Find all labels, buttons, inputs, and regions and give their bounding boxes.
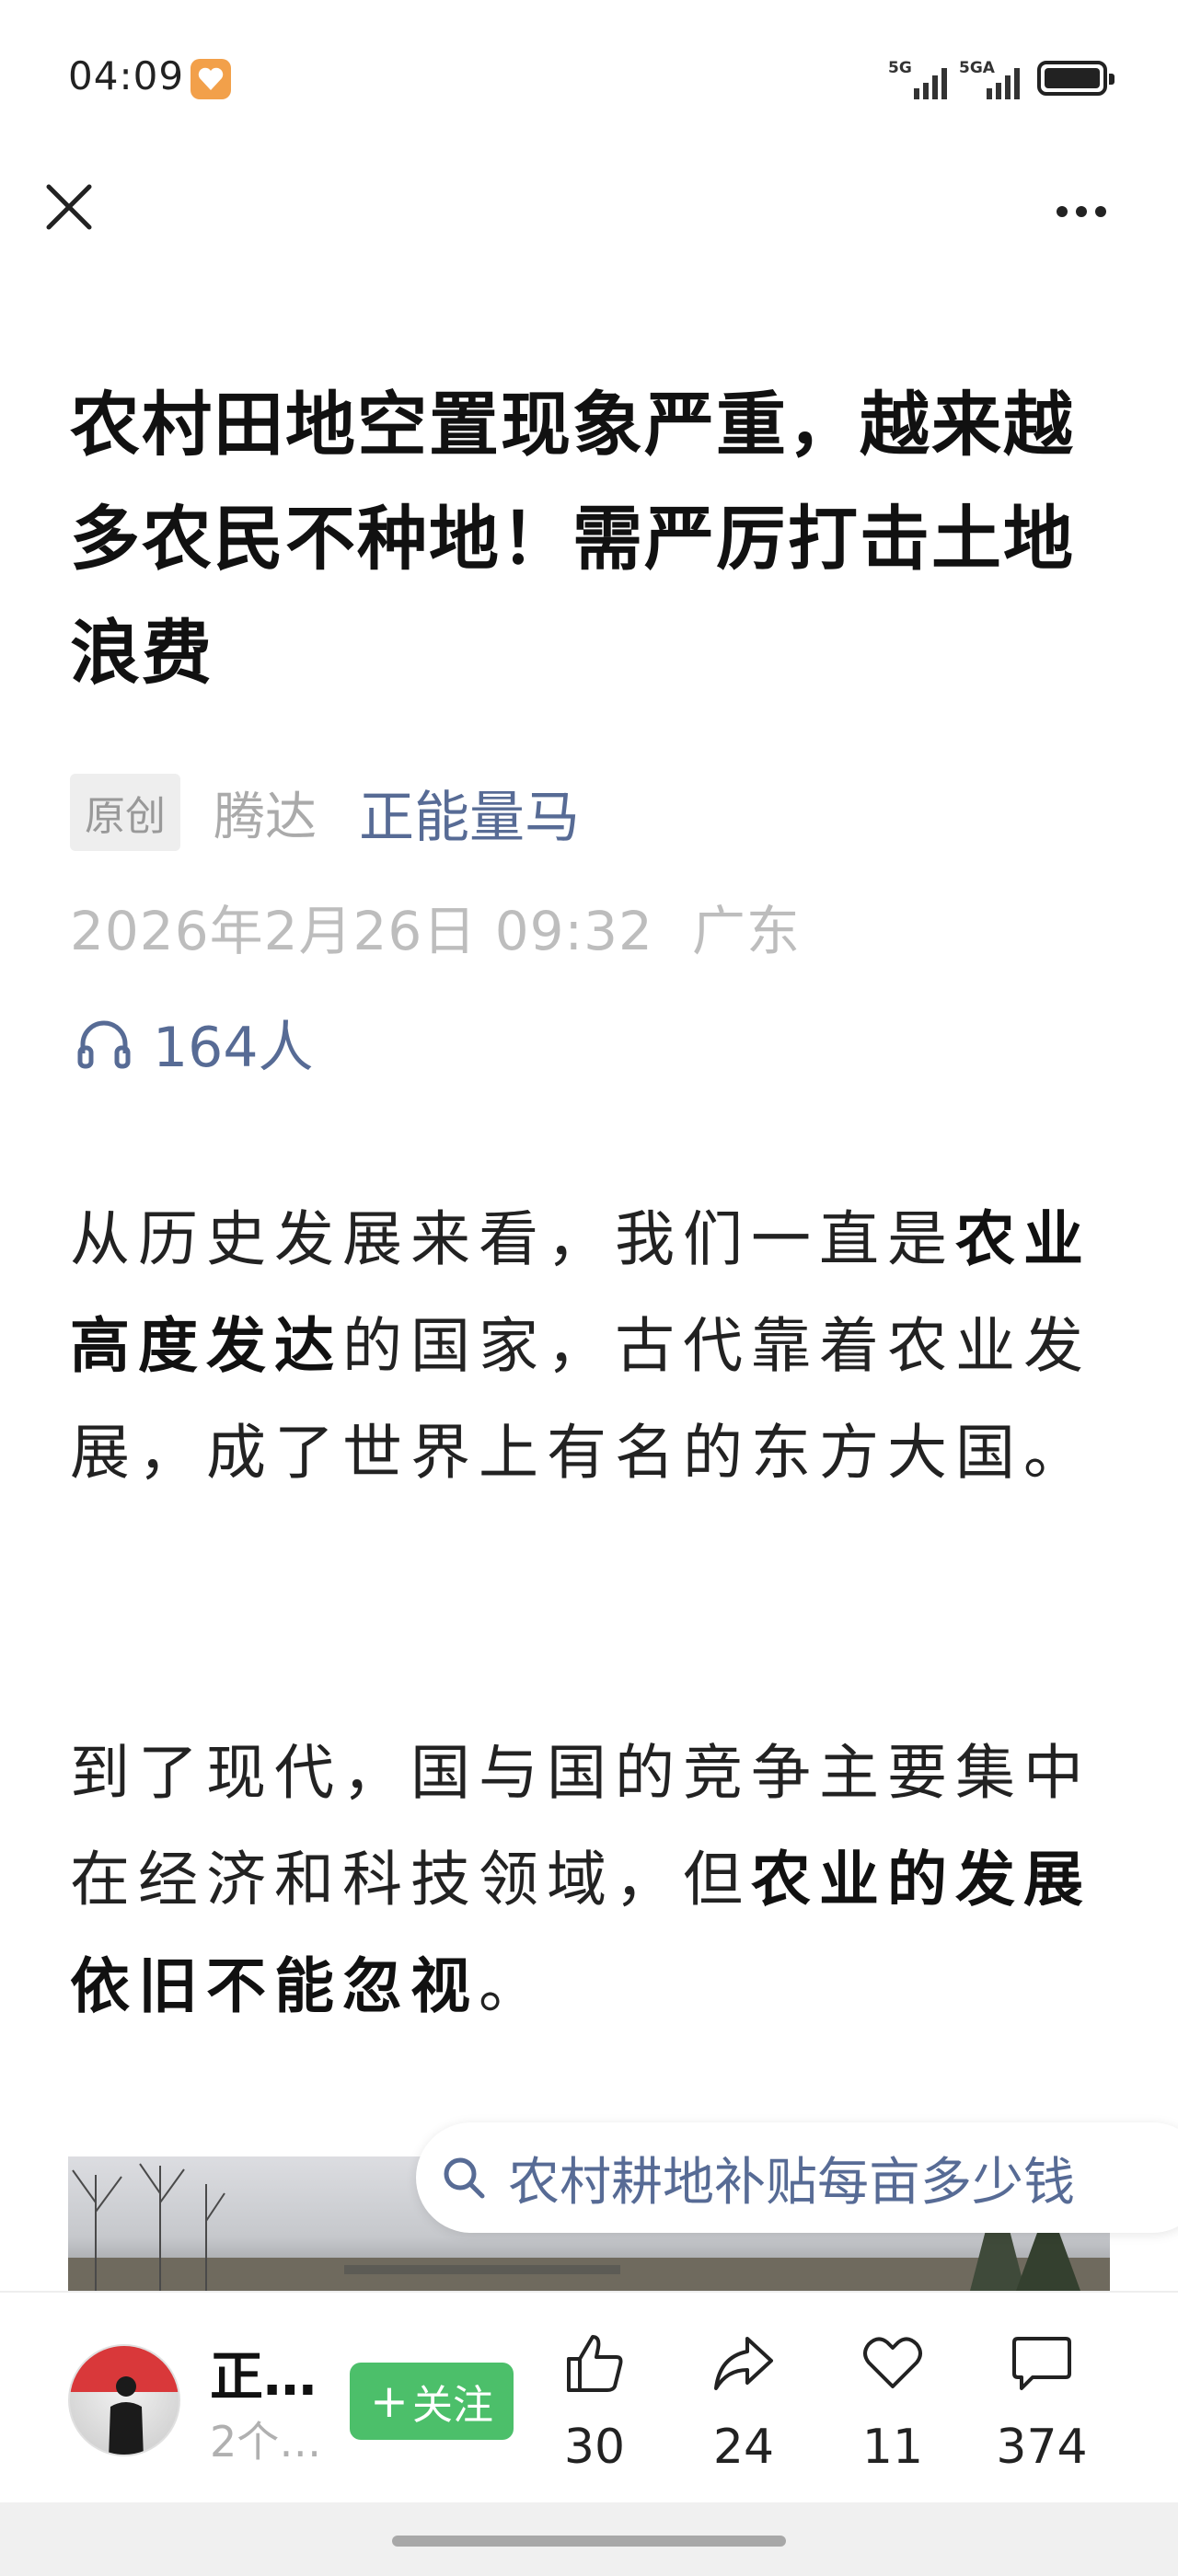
publish-info: 2026年2月26日 09:32 广东 [70, 888, 801, 965]
comment-button[interactable]: 374 [987, 2329, 1097, 2477]
article-paragraph: 从历史发展来看，我们一直是农业高度发达的国家，古代靠着农业发展，成了世界上有名的… [70, 1205, 1092, 1488]
author-sub: 腾达 [214, 787, 317, 847]
more-button[interactable] [1040, 179, 1123, 244]
thumbs-up-icon [567, 2335, 623, 2392]
favorite-button[interactable]: 11 [837, 2329, 948, 2477]
article-meta: 原创 腾达 正能量马 [70, 773, 580, 853]
avatar[interactable] [68, 2344, 180, 2456]
more-icon [1057, 206, 1068, 217]
account-name[interactable]: 正… [210, 2333, 317, 2410]
status-time: 04:09 [68, 53, 185, 98]
signal-5g-icon: 5G [888, 59, 953, 99]
like-count: 30 [563, 2420, 626, 2475]
follow-button[interactable]: + 关注 [350, 2363, 514, 2440]
share-button[interactable]: 24 [688, 2329, 799, 2477]
article-paragraph: 到了现代，国与国的竞争主要集中在经济和科技领域，但农业的发展依旧不能忽视。 [70, 1739, 1092, 2021]
battery-icon [1037, 61, 1114, 96]
search-suggestion[interactable]: 农村耕地补贴每亩多少钱 [416, 2122, 1178, 2233]
home-indicator[interactable] [392, 2536, 786, 2547]
like-button[interactable]: 30 [539, 2329, 650, 2477]
search-suggestion-text: 农村耕地补贴每亩多少钱 [508, 2152, 1075, 2213]
signal-5ga-icon: 5GA [959, 59, 1025, 99]
listen-button[interactable]: 164人 [75, 1003, 314, 1083]
share-icon [714, 2337, 773, 2390]
status-bar: 04:09 5G 5GA [0, 0, 1178, 156]
share-count: 24 [712, 2420, 775, 2475]
headphones-icon [77, 1020, 131, 1068]
account-subtitle: 2个… [210, 2417, 322, 2467]
search-icon [444, 2157, 485, 2199]
publish-date: 2026年2月26日 09:32 [70, 900, 653, 962]
bottom-action-bar: 正… 2个… + 关注 30 24 11 374 [0, 2291, 1178, 2502]
close-button[interactable] [37, 175, 101, 239]
original-tag: 原创 [70, 774, 180, 851]
comment-icon [1012, 2337, 1071, 2390]
article-title: 农村田地空置现象严重，越来越多农民不种地！需严厉打击土地浪费 [70, 384, 1075, 694]
heart-icon [863, 2337, 922, 2388]
app-notification-icon [191, 59, 231, 99]
comment-count: 374 [996, 2420, 1088, 2475]
author-link[interactable]: 正能量马 [359, 773, 580, 853]
plus-icon: + [370, 2375, 409, 2428]
favorite-count: 11 [861, 2420, 924, 2475]
publish-region: 广东 [691, 900, 801, 962]
close-icon [46, 184, 92, 230]
listen-count: 164人 [153, 1016, 314, 1080]
